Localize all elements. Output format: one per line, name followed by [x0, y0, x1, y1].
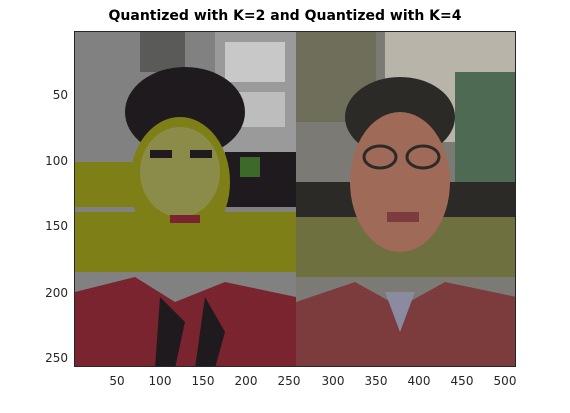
- xtick-label: 500: [493, 374, 517, 388]
- ytick-label: 100: [45, 154, 68, 168]
- ytick-label: 200: [45, 286, 68, 300]
- xtick-label: 50: [109, 374, 125, 388]
- xtick-label: 250: [277, 374, 301, 388]
- quantized-image: [75, 32, 515, 366]
- ytick-label: 250: [45, 351, 68, 365]
- ytick-label: 50: [52, 88, 68, 102]
- xtick-label: 350: [364, 374, 388, 388]
- xtick-label: 300: [321, 374, 345, 388]
- image-axes: [74, 31, 516, 367]
- xtick-label: 100: [148, 374, 172, 388]
- xtick-label: 200: [234, 374, 258, 388]
- k4-panel: [296, 32, 515, 366]
- xtick-label: 150: [191, 374, 215, 388]
- xtick-label: 400: [407, 374, 431, 388]
- k2-panel: [75, 32, 296, 366]
- figure-title: Quantized with K=2 and Quantized with K=…: [108, 8, 462, 24]
- ytick-label: 150: [45, 219, 68, 233]
- xtick-label: 450: [450, 374, 474, 388]
